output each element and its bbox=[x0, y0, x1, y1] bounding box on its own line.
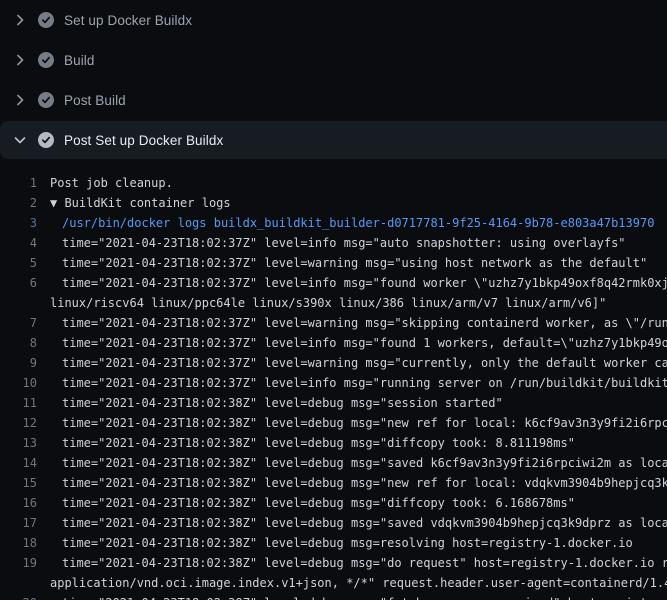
log-line: 16 time="2021-04-23T18:02:38Z" level=deb… bbox=[0, 493, 667, 513]
line-number[interactable]: 12 bbox=[0, 413, 37, 433]
log-line: 7 time="2021-04-23T18:02:37Z" level=warn… bbox=[0, 313, 667, 333]
log-line: 20 time="2021-04-23T18:02:38Z" level=deb… bbox=[0, 593, 667, 600]
line-number[interactable]: 2 bbox=[0, 193, 37, 213]
log-text: time="2021-04-23T18:02:37Z" level=info m… bbox=[62, 233, 626, 253]
log-line: 8 time="2021-04-23T18:02:37Z" level=info… bbox=[0, 333, 667, 353]
line-number[interactable]: 20 bbox=[0, 593, 37, 600]
log-text: time="2021-04-23T18:02:38Z" level=debug … bbox=[62, 593, 667, 600]
log-text: application/vnd.oci.image.index.v1+json,… bbox=[50, 573, 667, 593]
check-circle-icon bbox=[38, 92, 54, 108]
log-text: ▼ BuildKit container logs bbox=[50, 193, 231, 213]
line-number[interactable]: 14 bbox=[0, 453, 37, 473]
chevron-right-icon bbox=[12, 52, 28, 68]
line-number[interactable]: 19 bbox=[0, 553, 37, 573]
log-line: 4 time="2021-04-23T18:02:37Z" level=info… bbox=[0, 233, 667, 253]
log-text: time="2021-04-23T18:02:37Z" level=info m… bbox=[62, 373, 667, 393]
log-text: time="2021-04-23T18:02:38Z" level=debug … bbox=[62, 453, 667, 473]
step-label: Build bbox=[64, 53, 95, 68]
line-number[interactable]: 9 bbox=[0, 353, 37, 373]
step-label: Post Build bbox=[64, 93, 126, 108]
step-set-up-docker-buildx[interactable]: Set up Docker Buildx bbox=[0, 0, 667, 40]
line-number[interactable] bbox=[0, 293, 37, 313]
log-text: time="2021-04-23T18:02:37Z" level=info m… bbox=[62, 333, 667, 353]
step-post-set-up-docker-buildx[interactable]: Post Set up Docker Buildx bbox=[0, 121, 667, 159]
line-number[interactable]: 17 bbox=[0, 513, 37, 533]
log-text: time="2021-04-23T18:02:38Z" level=debug … bbox=[62, 513, 667, 533]
log-line: linux/riscv64 linux/ppc64le linux/s390x … bbox=[0, 293, 667, 313]
log-text: linux/riscv64 linux/ppc64le linux/s390x … bbox=[50, 293, 606, 313]
step-build[interactable]: Build bbox=[0, 40, 667, 80]
chevron-right-icon bbox=[12, 12, 28, 28]
chevron-down-icon bbox=[12, 132, 28, 148]
line-number[interactable]: 15 bbox=[0, 473, 37, 493]
step-label: Set up Docker Buildx bbox=[64, 13, 192, 28]
line-number[interactable]: 18 bbox=[0, 533, 37, 553]
line-number[interactable]: 5 bbox=[0, 253, 37, 273]
line-number[interactable]: 8 bbox=[0, 333, 37, 353]
line-number[interactable]: 10 bbox=[0, 373, 37, 393]
log-line: 12 time="2021-04-23T18:02:38Z" level=deb… bbox=[0, 413, 667, 433]
step-label: Post Set up Docker Buildx bbox=[64, 133, 223, 148]
log-text: time="2021-04-23T18:02:38Z" level=debug … bbox=[62, 413, 667, 433]
log-text: time="2021-04-23T18:02:38Z" level=debug … bbox=[62, 473, 667, 493]
line-number[interactable]: 7 bbox=[0, 313, 37, 333]
log-text: time="2021-04-23T18:02:38Z" level=debug … bbox=[62, 533, 633, 553]
log-text: Post job cleanup. bbox=[50, 173, 173, 193]
log-text: time="2021-04-23T18:02:38Z" level=debug … bbox=[62, 553, 667, 573]
log-line: 5 time="2021-04-23T18:02:37Z" level=warn… bbox=[0, 253, 667, 273]
log-text: /usr/bin/docker logs buildx_buildkit_bui… bbox=[62, 213, 654, 233]
log-text: time="2021-04-23T18:02:37Z" level=info m… bbox=[62, 273, 667, 293]
check-circle-icon bbox=[38, 52, 54, 68]
line-number[interactable]: 3 bbox=[0, 213, 37, 233]
log-line: 18 time="2021-04-23T18:02:38Z" level=deb… bbox=[0, 533, 667, 553]
chevron-right-icon bbox=[12, 92, 28, 108]
line-number[interactable]: 16 bbox=[0, 493, 37, 513]
steps-list: Set up Docker Buildx Build bbox=[0, 0, 667, 159]
line-number[interactable]: 1 bbox=[0, 173, 37, 193]
log-line: 17 time="2021-04-23T18:02:38Z" level=deb… bbox=[0, 513, 667, 533]
log-line[interactable]: 2 ▼ BuildKit container logs bbox=[0, 193, 667, 213]
step-post-build[interactable]: Post Build bbox=[0, 80, 667, 120]
log-line: 3 /usr/bin/docker logs buildx_buildkit_b… bbox=[0, 213, 667, 233]
log-text: time="2021-04-23T18:02:38Z" level=debug … bbox=[62, 433, 575, 453]
line-number[interactable] bbox=[0, 573, 37, 593]
log-text: time="2021-04-23T18:02:38Z" level=debug … bbox=[62, 493, 575, 513]
log-line: 1 Post job cleanup. bbox=[0, 173, 667, 193]
line-number[interactable]: 6 bbox=[0, 273, 37, 293]
log-text: time="2021-04-23T18:02:37Z" level=warnin… bbox=[62, 253, 647, 273]
log-text: time="2021-04-23T18:02:37Z" level=warnin… bbox=[62, 353, 667, 373]
log-text: time="2021-04-23T18:02:38Z" level=debug … bbox=[62, 393, 503, 413]
check-circle-icon bbox=[38, 12, 54, 28]
log-line: 11 time="2021-04-23T18:02:38Z" level=deb… bbox=[0, 393, 667, 413]
check-circle-icon bbox=[38, 132, 54, 148]
log-line: 10 time="2021-04-23T18:02:37Z" level=inf… bbox=[0, 373, 667, 393]
line-number[interactable]: 4 bbox=[0, 233, 37, 253]
log-line: 6 time="2021-04-23T18:02:37Z" level=info… bbox=[0, 273, 667, 293]
line-number[interactable]: 13 bbox=[0, 433, 37, 453]
log-line: 9 time="2021-04-23T18:02:37Z" level=warn… bbox=[0, 353, 667, 373]
log-line: 13 time="2021-04-23T18:02:38Z" level=deb… bbox=[0, 433, 667, 453]
log-line: 15 time="2021-04-23T18:02:38Z" level=deb… bbox=[0, 473, 667, 493]
log-text: time="2021-04-23T18:02:37Z" level=warnin… bbox=[62, 313, 667, 333]
log-line: 19 time="2021-04-23T18:02:38Z" level=deb… bbox=[0, 553, 667, 573]
log-line: 14 time="2021-04-23T18:02:38Z" level=deb… bbox=[0, 453, 667, 473]
log-lines: 1 Post job cleanup. 2 ▼ BuildKit contain… bbox=[0, 160, 667, 600]
line-number[interactable]: 11 bbox=[0, 393, 37, 413]
log-line: application/vnd.oci.image.index.v1+json,… bbox=[0, 573, 667, 593]
